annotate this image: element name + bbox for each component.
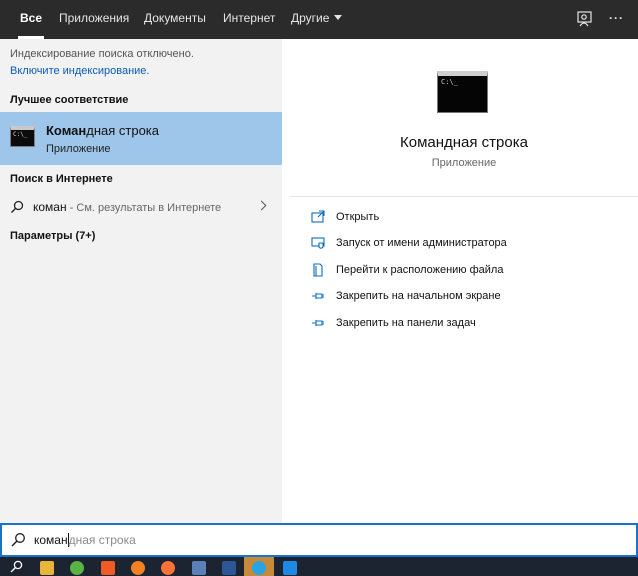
search-icon <box>11 200 24 213</box>
settings-header[interactable]: Параметры (7+) <box>10 230 95 242</box>
run-as-admin-icon <box>311 237 325 249</box>
tab-documents[interactable]: Документы <box>144 0 206 39</box>
chevron-right-icon[interactable] <box>256 200 267 211</box>
action-pin-start[interactable]: Закрепить на начальном экране <box>310 287 630 307</box>
web-search-result[interactable]: коман - См. результаты в Интернете <box>0 195 282 219</box>
best-match-title: Командная строка <box>46 123 159 138</box>
web-search-header: Поиск в Интернете <box>10 173 113 185</box>
search-filter-tabs: Все Приложения Документы Интернет Другие… <box>0 0 638 39</box>
best-match-header: Лучшее соответствие <box>10 94 129 106</box>
best-match-title-rest: дная строка <box>86 123 159 138</box>
command-prompt-icon-text: C:\_ <box>441 78 458 86</box>
action-open[interactable]: Открыть <box>310 208 630 228</box>
action-pin-start-label: Закрепить на начальном экране <box>336 290 501 302</box>
app-subtitle: Приложение <box>431 157 497 169</box>
search-input[interactable]: командная строка <box>34 533 136 547</box>
indexing-off-notice: Индексирование поиска отключено. <box>10 48 194 60</box>
divider <box>290 196 638 197</box>
tab-other-label: Другие <box>291 11 330 25</box>
best-match-result[interactable]: C:\_ Командная строка Приложение <box>0 112 282 165</box>
results-pane: Индексирование поиска отключено. Включит… <box>0 39 282 523</box>
app-icon[interactable] <box>192 561 206 575</box>
telegram-icon <box>252 561 266 575</box>
file-location-icon <box>313 263 323 277</box>
web-search-query: коман <box>33 200 67 214</box>
search-icon[interactable] <box>10 560 23 574</box>
utorrent-icon[interactable] <box>70 561 84 575</box>
more-options-icon[interactable]: ··· <box>609 0 624 39</box>
action-pin-taskbar-label: Закрепить на панели задач <box>336 317 476 329</box>
brave-icon[interactable] <box>101 561 115 575</box>
action-file-location[interactable]: Перейти к расположению файла <box>310 261 630 281</box>
taskbar <box>0 557 638 576</box>
web-search-text: коман - См. результаты в Интернете <box>33 200 221 214</box>
firefox-icon[interactable] <box>161 561 175 575</box>
command-prompt-icon: C:\_ <box>437 71 488 113</box>
tab-other[interactable]: Другие <box>291 0 343 39</box>
best-match-title-bold: Коман <box>46 123 87 138</box>
search-typed-text: коман <box>34 533 68 547</box>
tab-apps[interactable]: Приложения <box>59 0 129 39</box>
action-file-location-label: Перейти к расположению файла <box>336 264 504 276</box>
avast-icon[interactable] <box>131 561 145 575</box>
tab-internet[interactable]: Интернет <box>223 0 275 39</box>
open-icon <box>311 210 325 223</box>
search-icon <box>11 533 25 547</box>
search-box[interactable]: командная строка <box>0 523 638 557</box>
action-open-label: Открыть <box>336 211 380 223</box>
word-icon[interactable] <box>222 561 236 575</box>
app-title: Командная строка <box>400 134 528 151</box>
search-suggestion: дная строка <box>68 533 136 547</box>
command-prompt-icon-text: C:\_ <box>13 131 28 138</box>
best-match-subtitle: Приложение <box>46 143 111 155</box>
command-prompt-icon: C:\_ <box>10 126 35 147</box>
preview-pane: C:\_ Командная строка Приложение Открыть… <box>290 48 638 523</box>
chevron-down-icon <box>334 15 343 20</box>
action-pin-taskbar[interactable]: Закрепить на панели задач <box>310 314 630 334</box>
pin-start-icon <box>312 293 324 299</box>
feedback-icon[interactable] <box>575 9 595 29</box>
action-run-as-admin[interactable]: Запуск от имени администратора <box>310 234 630 254</box>
web-search-hint: - См. результаты в Интернете <box>66 202 222 214</box>
pin-taskbar-icon <box>312 320 324 326</box>
tab-all[interactable]: Все <box>17 0 45 39</box>
enable-indexing-link[interactable]: Включите индексирование. <box>10 65 149 77</box>
action-run-as-admin-label: Запуск от имени администратора <box>336 237 507 249</box>
file-explorer-icon[interactable] <box>40 561 54 575</box>
store-icon[interactable] <box>283 561 297 575</box>
